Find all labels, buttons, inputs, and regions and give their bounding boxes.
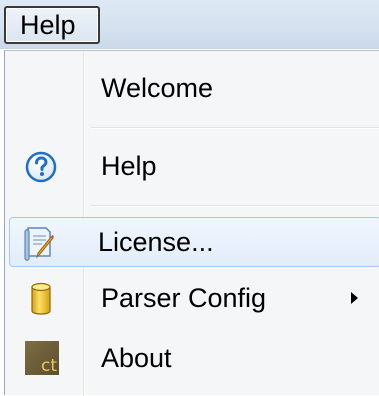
- menu-item-help[interactable]: Help: [9, 141, 379, 191]
- menu-item-label: License...: [98, 227, 214, 257]
- submenu-arrow-icon: [351, 292, 358, 304]
- help-menu-button[interactable]: Help: [4, 6, 100, 44]
- menu-item-label: About: [101, 343, 172, 373]
- database-cylinder-icon: [27, 281, 63, 317]
- menu-item-label: Help: [101, 151, 157, 181]
- license-document-icon: [20, 224, 56, 261]
- menu-item-welcome[interactable]: Welcome: [9, 63, 379, 113]
- menu-separator: [91, 205, 379, 207]
- menu-item-label: Welcome: [101, 73, 214, 103]
- menu-item-parser-config[interactable]: Parser Config: [9, 273, 379, 323]
- menu-item-about[interactable]: ct About: [9, 333, 379, 383]
- help-dropdown-menu: Welcome Help License... Parser Config ct…: [4, 50, 379, 396]
- app-logo-icon: ct: [25, 341, 59, 375]
- menu-bar: Help: [0, 0, 379, 49]
- question-circle-icon: [23, 149, 59, 185]
- app-logo-text: ct: [40, 356, 57, 376]
- menu-item-label: Parser Config: [101, 283, 267, 313]
- menu-item-license[interactable]: License...: [9, 217, 379, 267]
- menu-separator: [91, 127, 379, 129]
